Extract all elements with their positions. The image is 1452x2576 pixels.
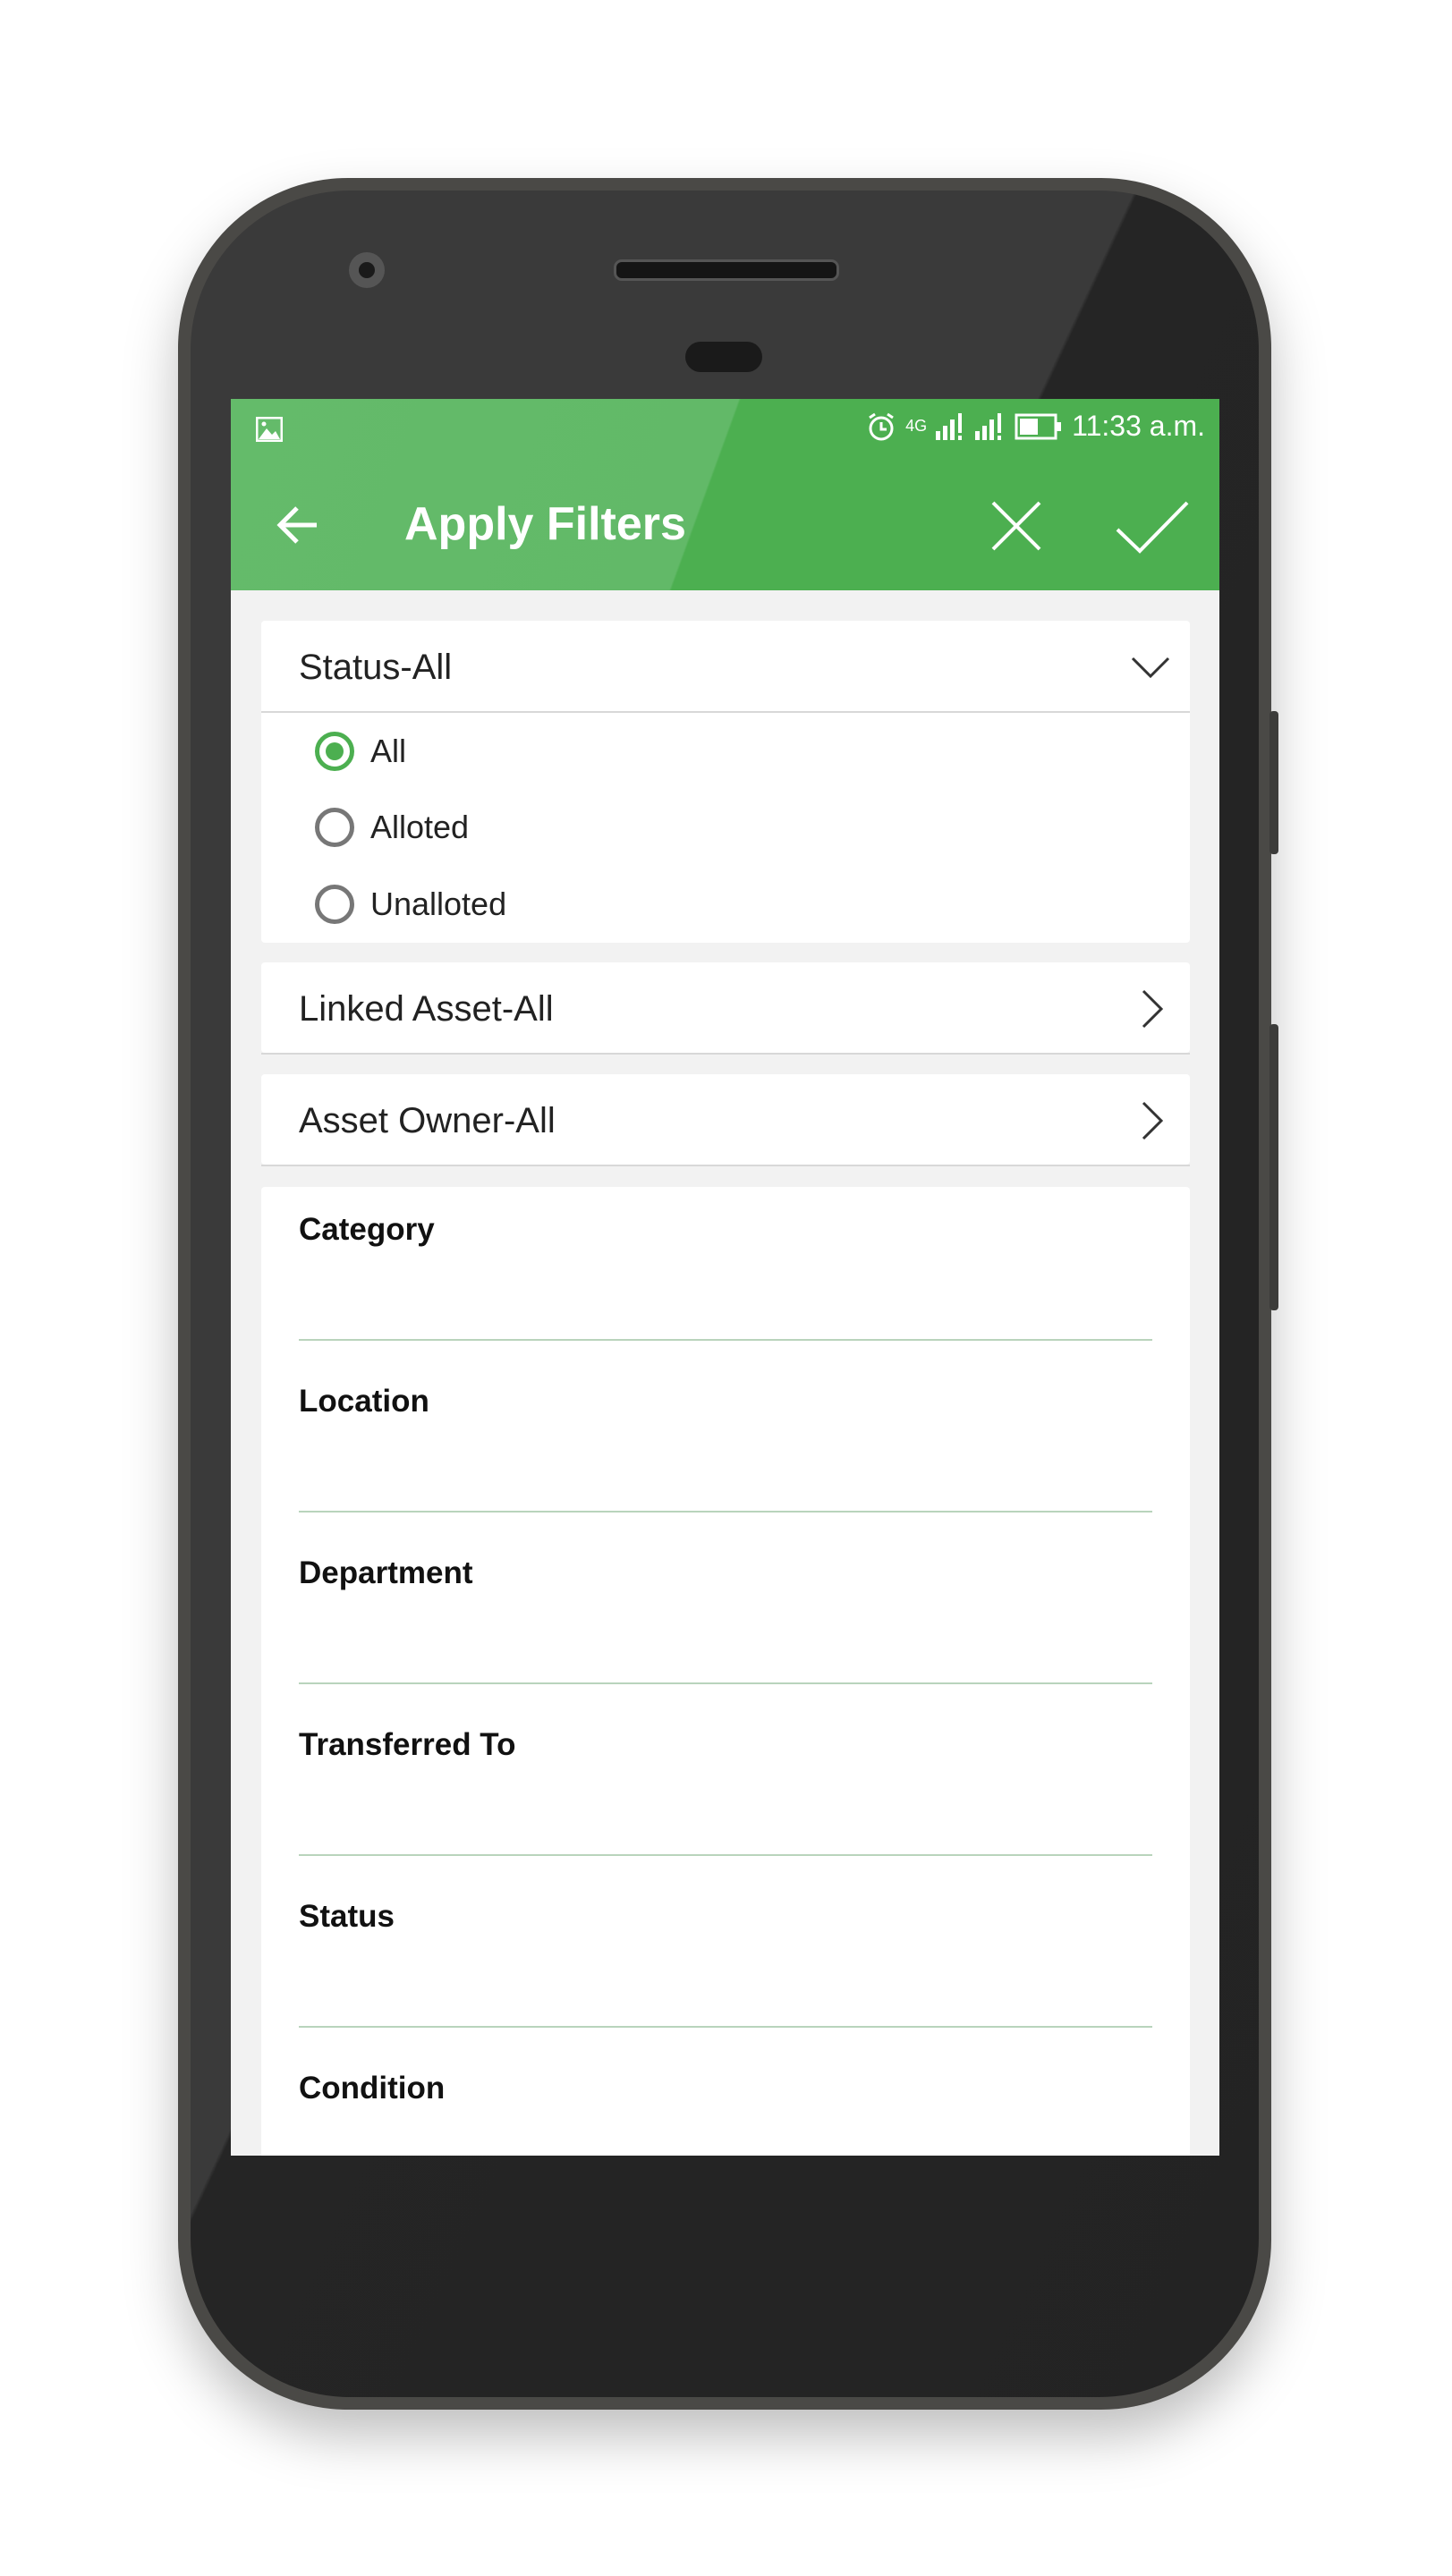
field-label: Location: [299, 1384, 429, 1419]
page-title: Apply Filters: [404, 498, 686, 550]
arrow-left-icon[interactable]: [276, 503, 320, 547]
radio-unalloted[interactable]: Unalloted: [315, 885, 506, 924]
location-field[interactable]: Location: [299, 1359, 1152, 1530]
status-filter-title: Status-All: [299, 648, 453, 687]
asset-owner-filter[interactable]: Asset Owner-All: [261, 1074, 1190, 1166]
earpiece-speaker: [614, 259, 839, 281]
radio-button[interactable]: [315, 808, 354, 847]
field-label: Status: [299, 1899, 395, 1934]
chevron-right-icon: [1142, 989, 1164, 1029]
clock: 11:33 a.m.: [1072, 410, 1205, 442]
field-underline: [299, 2026, 1152, 2028]
radio-label: All: [370, 733, 407, 769]
status-bar: 4G 11:33 a.m.: [231, 399, 1219, 460]
radio-button[interactable]: [315, 885, 354, 924]
field-underline: [299, 1854, 1152, 1856]
signal-icon: [975, 412, 1002, 440]
field-underline: [299, 1511, 1152, 1513]
field-underline: [299, 1339, 1152, 1341]
radio-label: Unalloted: [370, 886, 507, 922]
field-label: Transferred To: [299, 1727, 516, 1762]
radio-all[interactable]: All: [315, 732, 406, 771]
close-icon[interactable]: [989, 499, 1043, 553]
network-type: 4G: [905, 417, 928, 435]
category-field[interactable]: Category: [299, 1187, 1152, 1359]
radio-button-selected[interactable]: [315, 732, 354, 771]
signal-icon: [936, 412, 963, 440]
asset-owner-title: Asset Owner-All: [299, 1101, 556, 1140]
condition-field[interactable]: Condition: [299, 2046, 1152, 2156]
field-label: Category: [299, 1212, 435, 1247]
chevron-right-icon: [1142, 1101, 1164, 1140]
field-underline: [299, 1682, 1152, 1684]
department-field[interactable]: Department: [299, 1530, 1152, 1702]
status-filter-card: Status-All All Alloted Unalloted: [261, 621, 1190, 943]
chevron-down-icon: [1131, 657, 1170, 679]
app-bar: 4G 11:33 a.m. Apply Filters: [231, 399, 1219, 590]
field-label: Condition: [299, 2071, 446, 2106]
alarm-icon: [869, 412, 894, 440]
fields-card: Category Location Department Transferred…: [261, 1187, 1190, 2156]
image-icon: [256, 417, 283, 442]
check-icon[interactable]: [1115, 499, 1190, 555]
linked-asset-title: Linked Asset-All: [299, 989, 554, 1029]
transferred-to-field[interactable]: Transferred To: [299, 1702, 1152, 1874]
volume-button: [1269, 1024, 1278, 1310]
linked-asset-filter[interactable]: Linked Asset-All: [261, 962, 1190, 1055]
power-button: [1269, 711, 1278, 854]
radio-alloted[interactable]: Alloted: [315, 808, 469, 847]
radio-label: Alloted: [370, 809, 470, 845]
battery-icon: [1015, 413, 1062, 439]
screen: 4G 11:33 a.m. Apply Filters Status-All A…: [231, 399, 1219, 2156]
front-camera: [349, 252, 385, 288]
status-filter-header[interactable]: Status-All: [261, 621, 1190, 713]
proximity-sensor: [685, 342, 762, 372]
status-field[interactable]: Status: [299, 1874, 1152, 2046]
field-label: Department: [299, 1555, 473, 1590]
